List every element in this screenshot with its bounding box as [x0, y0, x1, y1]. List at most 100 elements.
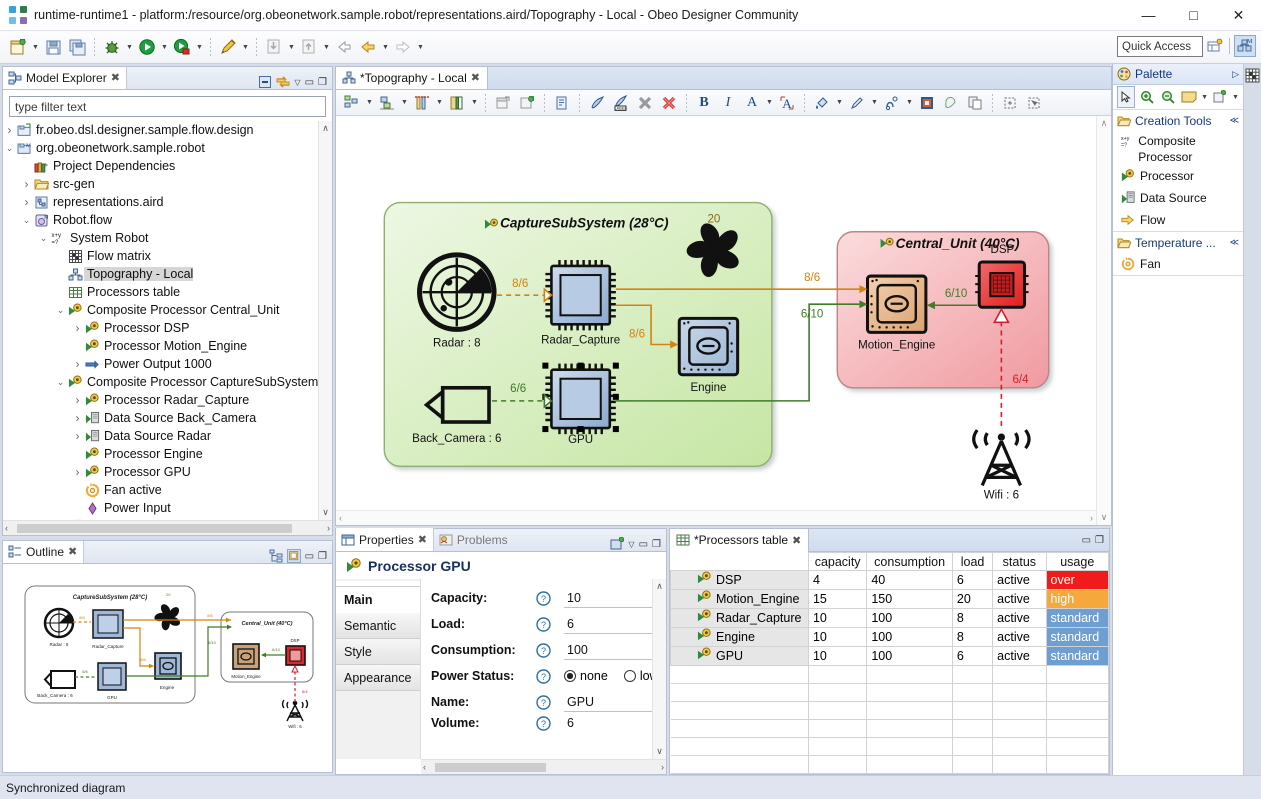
consumption-input[interactable]: [564, 640, 666, 660]
italic-icon[interactable]: I: [717, 92, 739, 114]
delete-from-diagram-icon[interactable]: [634, 92, 656, 114]
tab-processors-table[interactable]: *Processors table ✖: [670, 529, 809, 552]
tree-item-org-obeonetwork-sample-robot[interactable]: ⌄Morg.obeonetwork.sample.robot: [3, 139, 332, 157]
new-wizard-icon[interactable]: [7, 36, 29, 58]
processors-table-grid[interactable]: capacityconsumptionloadstatususageDSP440…: [670, 552, 1109, 774]
cell-empty[interactable]: [671, 702, 809, 720]
table-empty-row[interactable]: [671, 684, 1109, 702]
overview-mode-icon[interactable]: [287, 549, 301, 563]
cell-empty[interactable]: [808, 702, 866, 720]
diagram-canvas[interactable]: CaptureSubSystem (28°C) 20: [336, 116, 1096, 510]
chevron-right-icon[interactable]: ›: [71, 321, 84, 335]
delete-from-model-icon[interactable]: [658, 92, 680, 114]
cell-empty[interactable]: [952, 756, 992, 774]
cell-empty[interactable]: [952, 666, 992, 684]
cell-empty[interactable]: [671, 666, 809, 684]
debug-dropdown-icon[interactable]: ▼: [124, 36, 135, 58]
creation-tools-collapse-icon[interactable]: ≪: [1230, 115, 1239, 126]
cell-empty[interactable]: [867, 702, 953, 720]
collapse-all-icon[interactable]: [258, 75, 272, 89]
tree-item-fr-obeo-dsl-designer-sample-flow-design[interactable]: ›fr.obeo.dsl.designer.sample.flow.design: [3, 121, 332, 139]
row-header-Engine[interactable]: Engine: [671, 628, 809, 647]
properties-minimize-icon[interactable]: ▭: [639, 539, 648, 550]
new-wizard-dropdown-icon[interactable]: ▼: [30, 36, 41, 58]
save-icon[interactable]: [42, 36, 64, 58]
table-empty-row[interactable]: [671, 702, 1109, 720]
canvas-horizontal-scrollbar[interactable]: ‹›: [336, 510, 1096, 525]
cell-empty[interactable]: [993, 702, 1046, 720]
cell-empty[interactable]: [671, 684, 809, 702]
name-input[interactable]: [564, 692, 666, 712]
snap-icon[interactable]: [446, 92, 468, 114]
chevron-right-icon[interactable]: ›: [20, 195, 33, 209]
tree-item-processor-dsp[interactable]: ›Processor DSP: [3, 319, 332, 337]
outline-tab-close-icon[interactable]: ✖: [68, 545, 77, 558]
table-row[interactable]: Engine101008activestandard: [671, 628, 1109, 647]
cell-load[interactable]: 8: [952, 609, 992, 628]
tree-item-topography-local[interactable]: Topography - Local: [3, 265, 332, 283]
table-empty-row[interactable]: [671, 738, 1109, 756]
cell-empty[interactable]: [1046, 666, 1108, 684]
arrange-dropdown-icon[interactable]: ▼: [364, 92, 375, 114]
cell-capacity[interactable]: 4: [808, 571, 866, 590]
cell-empty[interactable]: [952, 684, 992, 702]
pin-properties-icon[interactable]: [610, 537, 624, 551]
cell-usage[interactable]: standard: [1046, 628, 1108, 647]
palette-group-header-temperature[interactable]: Temperature ... ≪: [1113, 232, 1243, 253]
export-icon[interactable]: [298, 36, 320, 58]
cell-usage[interactable]: over: [1046, 571, 1108, 590]
tree-item-representations-aird[interactable]: ›representations.aird: [3, 193, 332, 211]
ptab-style[interactable]: Style: [336, 639, 420, 665]
radio-none[interactable]: none: [564, 669, 608, 683]
table-maximize-icon[interactable]: ❐: [1095, 535, 1104, 546]
back-dropdown-icon[interactable]: ▼: [380, 36, 391, 58]
cell-empty[interactable]: [1046, 756, 1108, 774]
note-tool-icon[interactable]: [1180, 86, 1198, 108]
palette-item-fan[interactable]: Fan: [1113, 253, 1243, 275]
tree-item-processor-gpu[interactable]: ›Processor GPU: [3, 463, 332, 481]
cell-consumption[interactable]: 150: [867, 590, 953, 609]
ruler-grid-dropdown-icon[interactable]: ▼: [434, 92, 445, 114]
chevron-down-icon[interactable]: ⌄: [54, 377, 67, 388]
line-style-icon[interactable]: [881, 92, 903, 114]
column-header-load[interactable]: load: [952, 553, 992, 571]
modeling-perspective-icon[interactable]: M: [1234, 35, 1256, 57]
hide-label-icon[interactable]: LABEL: [610, 92, 632, 114]
tree-item-power-output-1000[interactable]: ›Power Output 1000: [3, 355, 332, 373]
chevron-right-icon[interactable]: ›: [3, 123, 16, 137]
chevron-right-icon[interactable]: ›: [71, 429, 84, 443]
cell-empty[interactable]: [867, 666, 953, 684]
flow-matrix-fastview-icon[interactable]: [1245, 68, 1260, 83]
chevron-right-icon[interactable]: ›: [20, 177, 33, 191]
table-row[interactable]: Radar_Capture101008activestandard: [671, 609, 1109, 628]
ptab-main[interactable]: Main: [336, 587, 420, 613]
cell-empty[interactable]: [993, 720, 1046, 738]
zoom-in-tool-icon[interactable]: [1138, 86, 1156, 108]
cell-empty[interactable]: [867, 738, 953, 756]
cell-empty[interactable]: [993, 738, 1046, 756]
chevron-right-icon[interactable]: ›: [71, 411, 84, 425]
ptab-semantic[interactable]: Semantic: [336, 613, 420, 639]
tab-model-explorer[interactable]: Model Explorer ✖: [3, 66, 127, 89]
reset-style-icon[interactable]: [916, 92, 938, 114]
cell-empty[interactable]: [993, 684, 1046, 702]
tree-item-processor-engine[interactable]: Processor Engine: [3, 445, 332, 463]
chevron-down-icon[interactable]: ⌄: [20, 215, 33, 226]
save-all-icon[interactable]: [66, 36, 88, 58]
cell-status[interactable]: active: [993, 609, 1046, 628]
properties-view-menu-icon[interactable]: ▽: [628, 540, 634, 549]
filter-input[interactable]: type filter text: [9, 96, 326, 117]
cell-capacity[interactable]: 10: [808, 628, 866, 647]
refresh-diagram-icon[interactable]: [516, 92, 538, 114]
minimize-view-icon[interactable]: ▭: [305, 77, 314, 88]
processors-table-grid-wrap[interactable]: capacityconsumptionloadstatususageDSP440…: [670, 552, 1109, 774]
fill-color-dropdown-icon[interactable]: ▼: [834, 92, 845, 114]
bold-icon[interactable]: B: [693, 92, 715, 114]
outline-maximize-icon[interactable]: ❐: [318, 551, 327, 562]
cell-load[interactable]: 20: [952, 590, 992, 609]
ruler-grid-icon[interactable]: [411, 92, 433, 114]
cell-load[interactable]: 6: [952, 647, 992, 666]
forward-dropdown-icon[interactable]: ▼: [415, 36, 426, 58]
tree-item-power-input[interactable]: Power Input: [3, 499, 332, 517]
tree-vertical-scrollbar[interactable]: ∧∨: [318, 121, 332, 520]
